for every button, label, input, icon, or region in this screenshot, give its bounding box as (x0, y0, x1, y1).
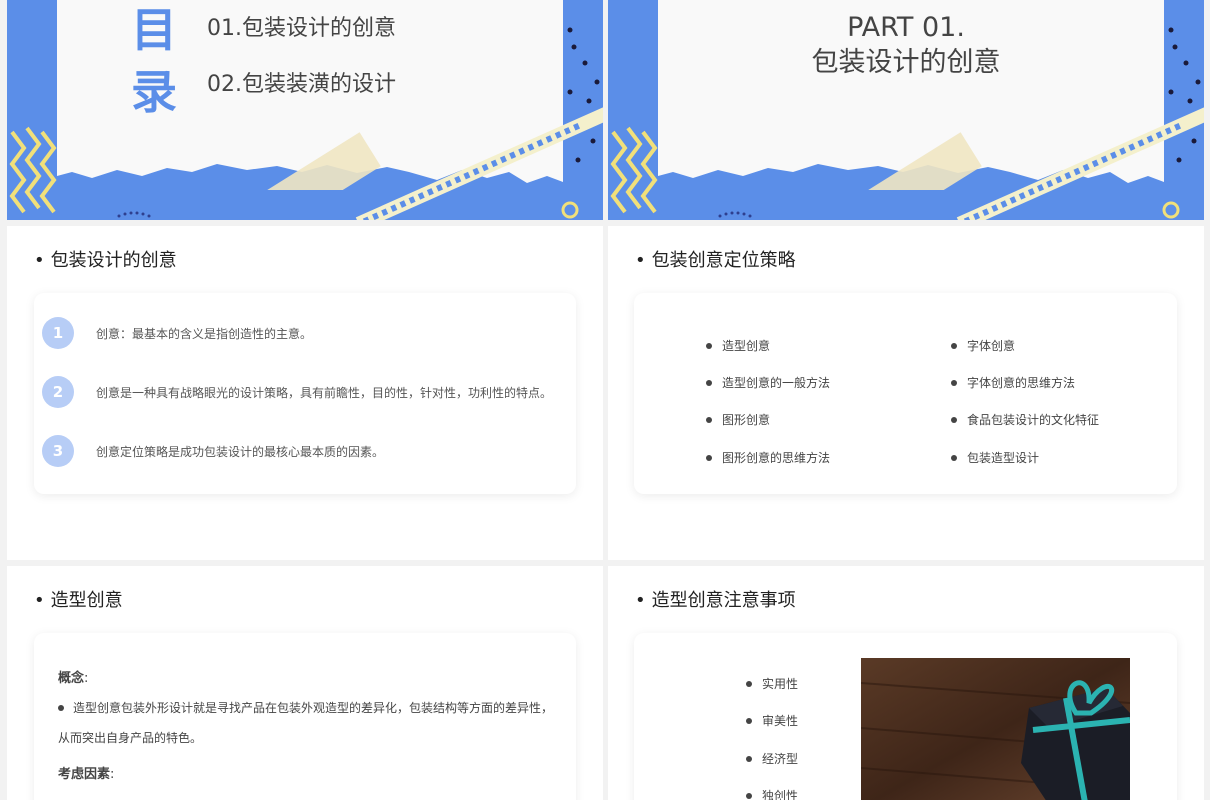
numbered-item: 3 创意定位策略是成功包装设计的最核心最本质的因素。 (42, 435, 384, 467)
concept-text: 造型创意包装外形设计就是寻找产品在包装外观造型的差异化，包装结构等方面的差异性，… (58, 701, 554, 745)
content-card: 造型创意 造型创意的一般方法 图形创意 图形创意的思维方法 字体创意 字体创意的… (634, 293, 1177, 494)
item-text: 创意是一种具有战略眼光的设计策略，具有前瞻性，目的性，针对性，功利性的特点。 (96, 385, 553, 400)
list-item: 包装造型设计 (951, 449, 1039, 466)
slide-creative-intro[interactable]: • 包装设计的创意 1 创意：最基本的含义是指创造性的主意。 2 创意是一种具有战… (7, 226, 603, 560)
list-item: 字体创意 (951, 337, 1015, 354)
list-item: 字体创意的思维方法 (951, 374, 1075, 391)
numbered-item: 1 创意：最基本的含义是指创造性的主意。 (42, 317, 312, 349)
slide-heading: • 造型创意注意事项 (635, 590, 796, 611)
concept-label: 概念: (58, 671, 89, 686)
slide-heading: • 包装创意定位策略 (635, 250, 796, 271)
number-badge: 3 (42, 435, 74, 467)
list-item: 经济型 (746, 750, 798, 767)
list-item: 食品包装设计的文化特征 (951, 411, 1099, 428)
slide-grid: 目 录 01.包装设计的创意 02.包装装潢的设计 PART 01. 包装设计的… (0, 0, 1210, 800)
numbered-item: 2 创意是一种具有战略眼光的设计策略，具有前瞻性，目的性，针对性，功利性的特点。 (42, 376, 552, 408)
content-card: 1 创意：最基本的含义是指创造性的主意。 2 创意是一种具有战略眼光的设计策略，… (34, 293, 576, 494)
part-title: 包装设计的创意 (811, 47, 1001, 78)
list-item: 审美性 (746, 712, 798, 729)
toc-title-char-1: 目 (131, 3, 177, 57)
factor-label: 考虑因素: (58, 767, 115, 782)
gift-box-photo (861, 658, 1130, 800)
list-item: 实用性 (746, 675, 798, 692)
list-item: 图形创意 (706, 411, 770, 428)
item-text: 创意定位策略是成功包装设计的最核心最本质的因素。 (96, 444, 385, 459)
slide-part-cover[interactable]: PART 01. 包装设计的创意 (608, 0, 1204, 220)
list-item: 图形创意的思维方法 (706, 449, 830, 466)
list-item: 独创性 (746, 787, 798, 800)
slide-toc[interactable]: 目 录 01.包装设计的创意 02.包装装潢的设计 (7, 0, 603, 220)
toc-item-1[interactable]: 01.包装设计的创意 (207, 10, 396, 42)
slide-heading: • 造型创意 (34, 590, 123, 611)
part-number: PART 01. (847, 12, 965, 43)
list-item: 造型创意的一般方法 (706, 374, 830, 391)
toc-item-2[interactable]: 02.包装装潢的设计 (207, 66, 396, 98)
slide-shape-creative[interactable]: • 造型创意 概念: 造型创意包装外形设计就是寻找产品在包装外观造型的差异化，包装… (7, 566, 603, 800)
content-card: 概念: 造型创意包装外形设计就是寻找产品在包装外观造型的差异化，包装结构等方面的… (34, 633, 576, 800)
toc-title-char-2: 录 (131, 65, 177, 119)
number-badge: 1 (42, 317, 74, 349)
number-badge: 2 (42, 376, 74, 408)
slide-positioning-strategy[interactable]: • 包装创意定位策略 造型创意 造型创意的一般方法 图形创意 图形创意的思维方法 … (608, 226, 1204, 560)
slide-heading: • 包装设计的创意 (34, 250, 177, 271)
slide-shape-notes[interactable]: • 造型创意注意事项 实用性 审美性 经济型 独创性 (608, 566, 1204, 800)
item-text: 创意：最基本的含义是指创造性的主意。 (96, 326, 313, 341)
list-item: 造型创意 (706, 337, 770, 354)
